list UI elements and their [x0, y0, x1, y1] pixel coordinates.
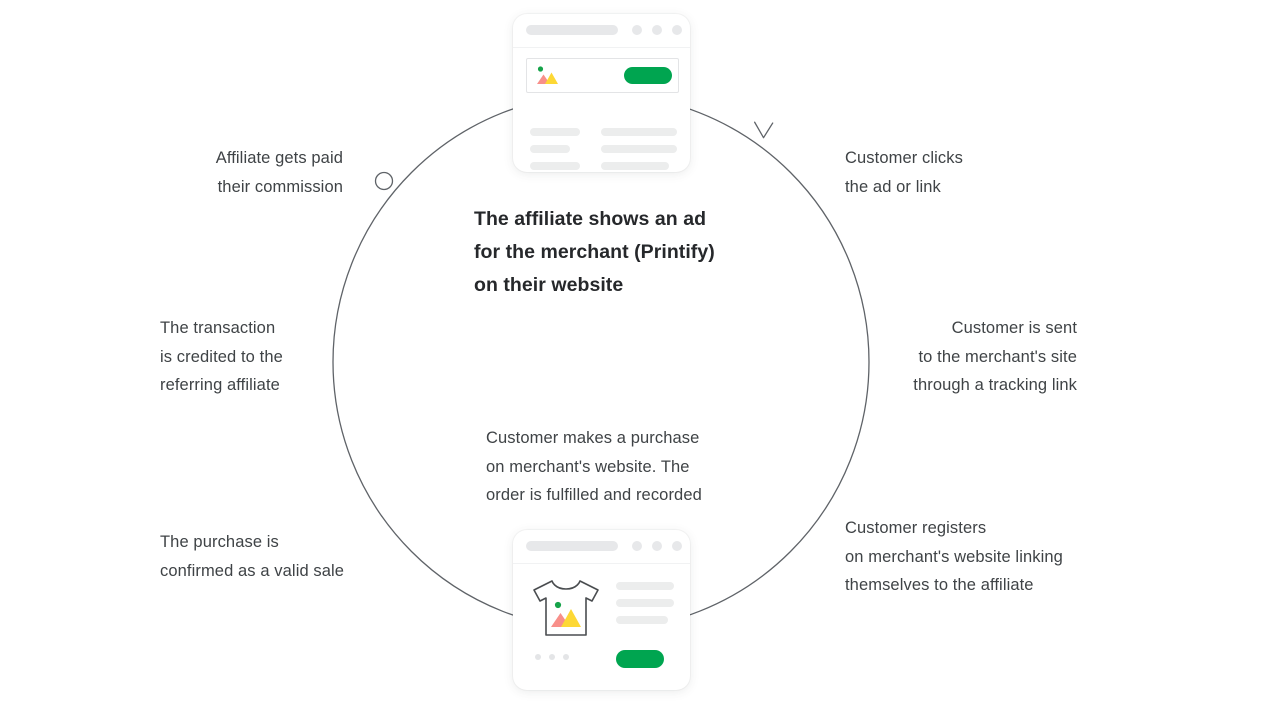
text-bar: [601, 145, 677, 153]
window-dot-2-icon: [652, 25, 662, 35]
step-label-purchase-confirmed: The purchase is confirmed as a valid sal…: [160, 533, 345, 580]
step-label-customer-registers: Customer registers on merchant's website…: [845, 519, 1063, 594]
picture-icon: [537, 66, 558, 84]
ad-cta-button[interactable]: [624, 67, 672, 84]
step-label-purchase-made: Customer makes a purchase on merchant's …: [486, 429, 702, 504]
text-bar: [616, 616, 668, 624]
window-dot-3-icon: [672, 541, 682, 551]
step-label-customer-clicks: Customer clicks the ad or link: [845, 149, 963, 196]
tshirt-product-icon: [533, 580, 599, 636]
affiliate-website-mockup: [513, 14, 690, 172]
address-bar-placeholder: [526, 25, 618, 35]
start-node-icon: [374, 171, 394, 191]
text-bar: [530, 128, 580, 136]
text-bar: [530, 162, 580, 170]
text-bar: [616, 582, 674, 590]
merchant-product-page-mockup: [513, 530, 690, 690]
page-title: The affiliate shows an ad for the mercha…: [474, 208, 715, 296]
thumb-dot-2-icon[interactable]: [549, 654, 555, 660]
text-bar: [530, 145, 570, 153]
step-label-transaction-credited: The transaction is credited to the refer…: [160, 319, 283, 394]
window-dot-3-icon: [672, 25, 682, 35]
browser-titlebar: [513, 530, 690, 564]
ad-banner[interactable]: [526, 58, 679, 93]
thumbnail-dots[interactable]: [535, 654, 581, 661]
address-bar-placeholder: [526, 541, 618, 551]
window-dot-2-icon: [652, 541, 662, 551]
text-bar: [601, 162, 669, 170]
diagram-canvas: The affiliate shows an ad for the mercha…: [0, 0, 1280, 720]
step-label-affiliate-paid: Affiliate gets paid their commission: [215, 149, 343, 196]
window-dot-1-icon: [632, 25, 642, 35]
thumb-dot-1-icon[interactable]: [535, 654, 541, 660]
buy-button[interactable]: [616, 650, 664, 668]
flow-arrow-icon: [754, 121, 774, 139]
thumb-dot-3-icon[interactable]: [563, 654, 569, 660]
text-bar: [601, 128, 677, 136]
text-bar: [616, 599, 674, 607]
browser-titlebar: [513, 14, 690, 48]
window-dot-1-icon: [632, 541, 642, 551]
step-label-customer-sent: Customer is sent to the merchant's site …: [913, 319, 1077, 394]
